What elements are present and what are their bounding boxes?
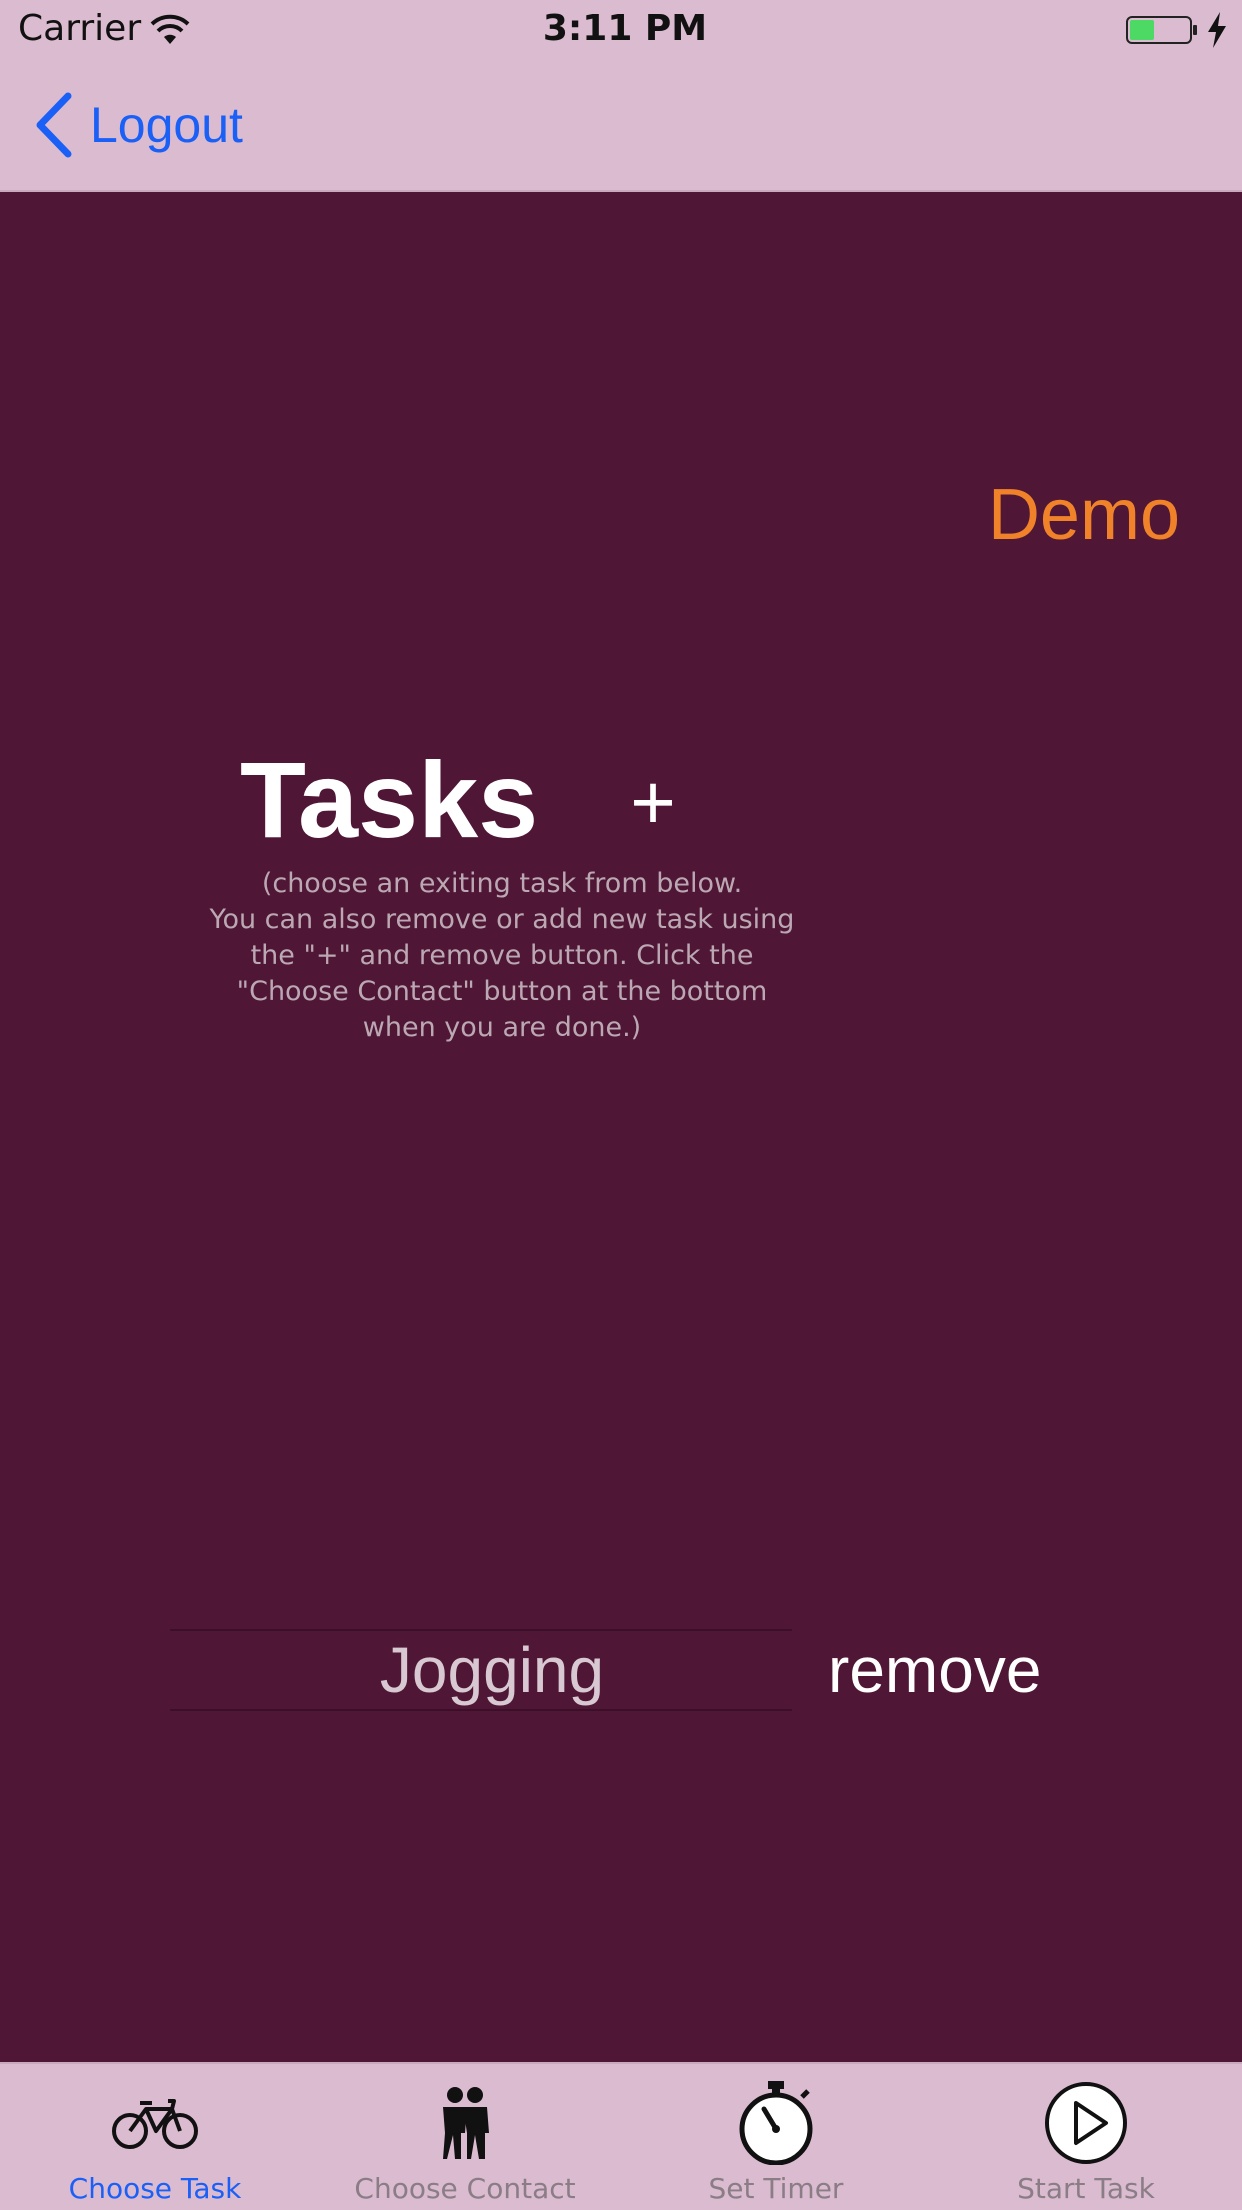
tab-choose-contact-label: Choose Contact bbox=[354, 2172, 576, 2205]
tab-choose-contact[interactable]: Choose Contact bbox=[310, 2064, 620, 2210]
tab-set-timer[interactable]: Set Timer bbox=[621, 2064, 931, 2210]
stopwatch-icon bbox=[739, 2081, 813, 2165]
clock-label: 3:11 PM bbox=[542, 8, 708, 49]
tab-choose-task[interactable]: Choose Task bbox=[0, 2064, 310, 2210]
demo-label: Demo bbox=[987, 475, 1180, 555]
page-title: Tasks bbox=[240, 739, 539, 860]
charging-bolt-icon bbox=[1208, 12, 1226, 48]
instructions-text: (choose an exiting task from below. You … bbox=[209, 868, 795, 1043]
tab-start-task-label: Start Task bbox=[1017, 2172, 1155, 2205]
add-task-button[interactable]: + bbox=[620, 762, 686, 842]
navigation-bar: Logout bbox=[0, 60, 1242, 192]
tab-start-task[interactable]: Start Task bbox=[931, 2064, 1241, 2210]
tab-set-timer-label: Set Timer bbox=[708, 2172, 844, 2205]
remove-task-button[interactable]: remove bbox=[828, 1630, 1041, 1710]
task-picker-item[interactable]: Jogging bbox=[170, 1630, 814, 1710]
tab-bar: Choose Task Choose Contact Set Timer Sta… bbox=[0, 2062, 1242, 2210]
people-icon bbox=[443, 2087, 489, 2159]
logout-button[interactable]: Logout bbox=[34, 90, 243, 160]
status-bar: Carrier 3:11 PM bbox=[0, 0, 1242, 60]
battery-charging-icon bbox=[1126, 16, 1197, 44]
bicycle-icon bbox=[112, 2099, 198, 2149]
logout-label: Logout bbox=[90, 97, 243, 153]
chevron-left-icon bbox=[36, 92, 72, 158]
tab-choose-task-label: Choose Task bbox=[68, 2172, 242, 2205]
main-content bbox=[0, 192, 1242, 2062]
play-circle-icon bbox=[1045, 2082, 1127, 2164]
